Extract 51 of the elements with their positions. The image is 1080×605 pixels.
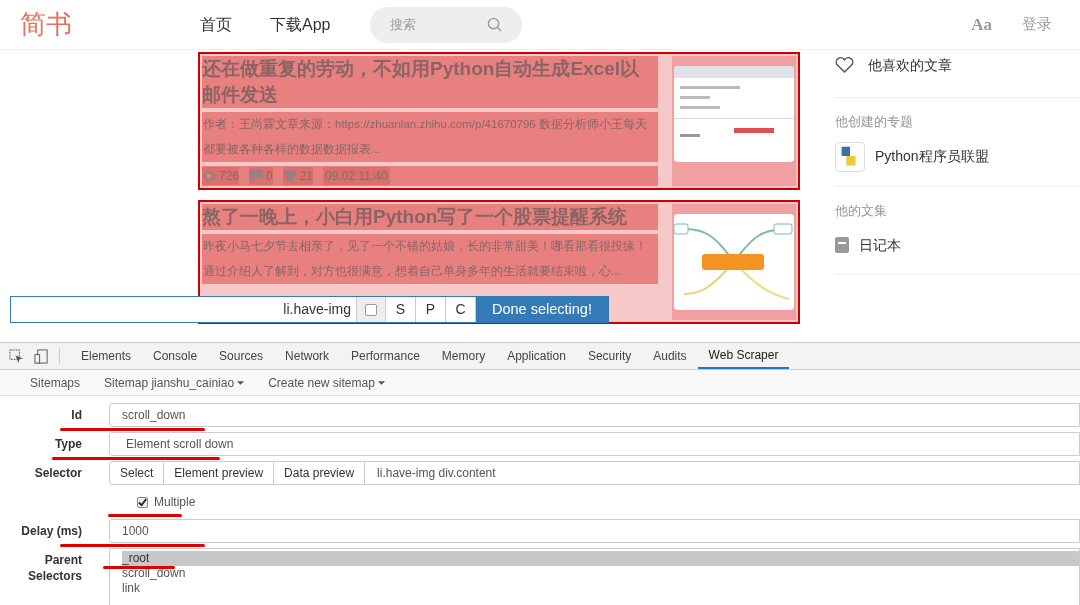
heart-icon — [282, 170, 297, 182]
type-select[interactable]: Element scroll down — [109, 432, 1080, 456]
caret-icon — [237, 380, 245, 385]
caret-icon — [377, 380, 385, 385]
devtools-tab[interactable]: Application — [496, 343, 577, 369]
list-option[interactable]: scroll_down — [122, 566, 1079, 581]
field-label: Selector — [33, 465, 82, 481]
eye-icon — [202, 170, 216, 182]
speech-bubble-icon — [249, 170, 264, 182]
device-toggle-icon[interactable] — [34, 348, 49, 364]
article-excerpt: 昨夜小马七夕节去相亲了，见了一个不错的姑娘，长的非常甜美！哪看那看很投缘！通过介绍人了解到，对方也很满意，想着自己单身多年的生活就要结束啦，心... — [202, 234, 658, 284]
scraper-nav-item[interactable]: Sitemap jianshu_cainiao — [92, 373, 257, 392]
sidebar-link[interactable]: 日记本 — [859, 234, 901, 256]
devtools-tab[interactable]: Security — [576, 343, 643, 369]
devtools-tab[interactable]: Network — [274, 343, 341, 369]
stat-count: 21 — [299, 168, 314, 185]
nav-link[interactable]: 下载App — [270, 12, 331, 37]
checkmark-icon — [138, 497, 147, 507]
checkbox[interactable] — [137, 496, 148, 508]
scraper-nav-item[interactable]: Create new sitemap — [256, 373, 397, 392]
devtools-tab[interactable]: Elements — [70, 343, 143, 369]
text-field[interactable]: 1000 — [109, 519, 1080, 543]
stat-count: 0 — [266, 168, 273, 185]
liked-articles-link[interactable]: 他喜欢的文章 — [868, 55, 952, 76]
devtools-tab[interactable]: Memory — [430, 343, 497, 369]
article-excerpt: 作者：王尚霖文章来源：https://zhuanlan.zhihu.com/p/41670796 数据分析师小王每天都要被各种各样的数据数据报表... — [202, 112, 658, 162]
list-option[interactable]: link — [122, 581, 1079, 596]
field-label: Id — [70, 407, 82, 423]
devtools-tab[interactable]: Sources — [208, 343, 275, 369]
field-label: Type — [53, 436, 82, 452]
devtools-tab[interactable]: Performance — [340, 343, 431, 369]
heart-icon — [835, 57, 854, 74]
section-heading: 他创建的专题 — [835, 113, 914, 131]
nav-link[interactable]: 首页 — [200, 12, 232, 37]
article-time: 09.02 11:40 — [323, 167, 390, 185]
search-icon[interactable] — [487, 17, 503, 32]
python-logo-icon — [835, 141, 865, 172]
element-picker-icon[interactable] — [9, 348, 24, 364]
notebook-icon — [835, 237, 849, 253]
text-field[interactable]: scroll_down — [109, 403, 1080, 427]
section-heading: 他的文集 — [835, 201, 888, 220]
field-label: Delay (ms) — [20, 523, 82, 539]
stat-count: 726 — [219, 168, 240, 185]
scraper-nav-item[interactable]: Sitemaps — [18, 373, 93, 392]
parent-selectors-list[interactable]: _root scroll_down link — [109, 548, 1080, 605]
devtools-tab[interactable]: Console — [142, 343, 209, 369]
field-label: Parent Selectors — [26, 552, 82, 584]
list-option[interactable]: _root — [122, 551, 1079, 566]
checkbox-label: Multiple — [154, 494, 196, 511]
devtools-tab[interactable]: Audits — [642, 343, 698, 369]
sidebar-link[interactable]: Python程序员联盟 — [875, 146, 989, 167]
